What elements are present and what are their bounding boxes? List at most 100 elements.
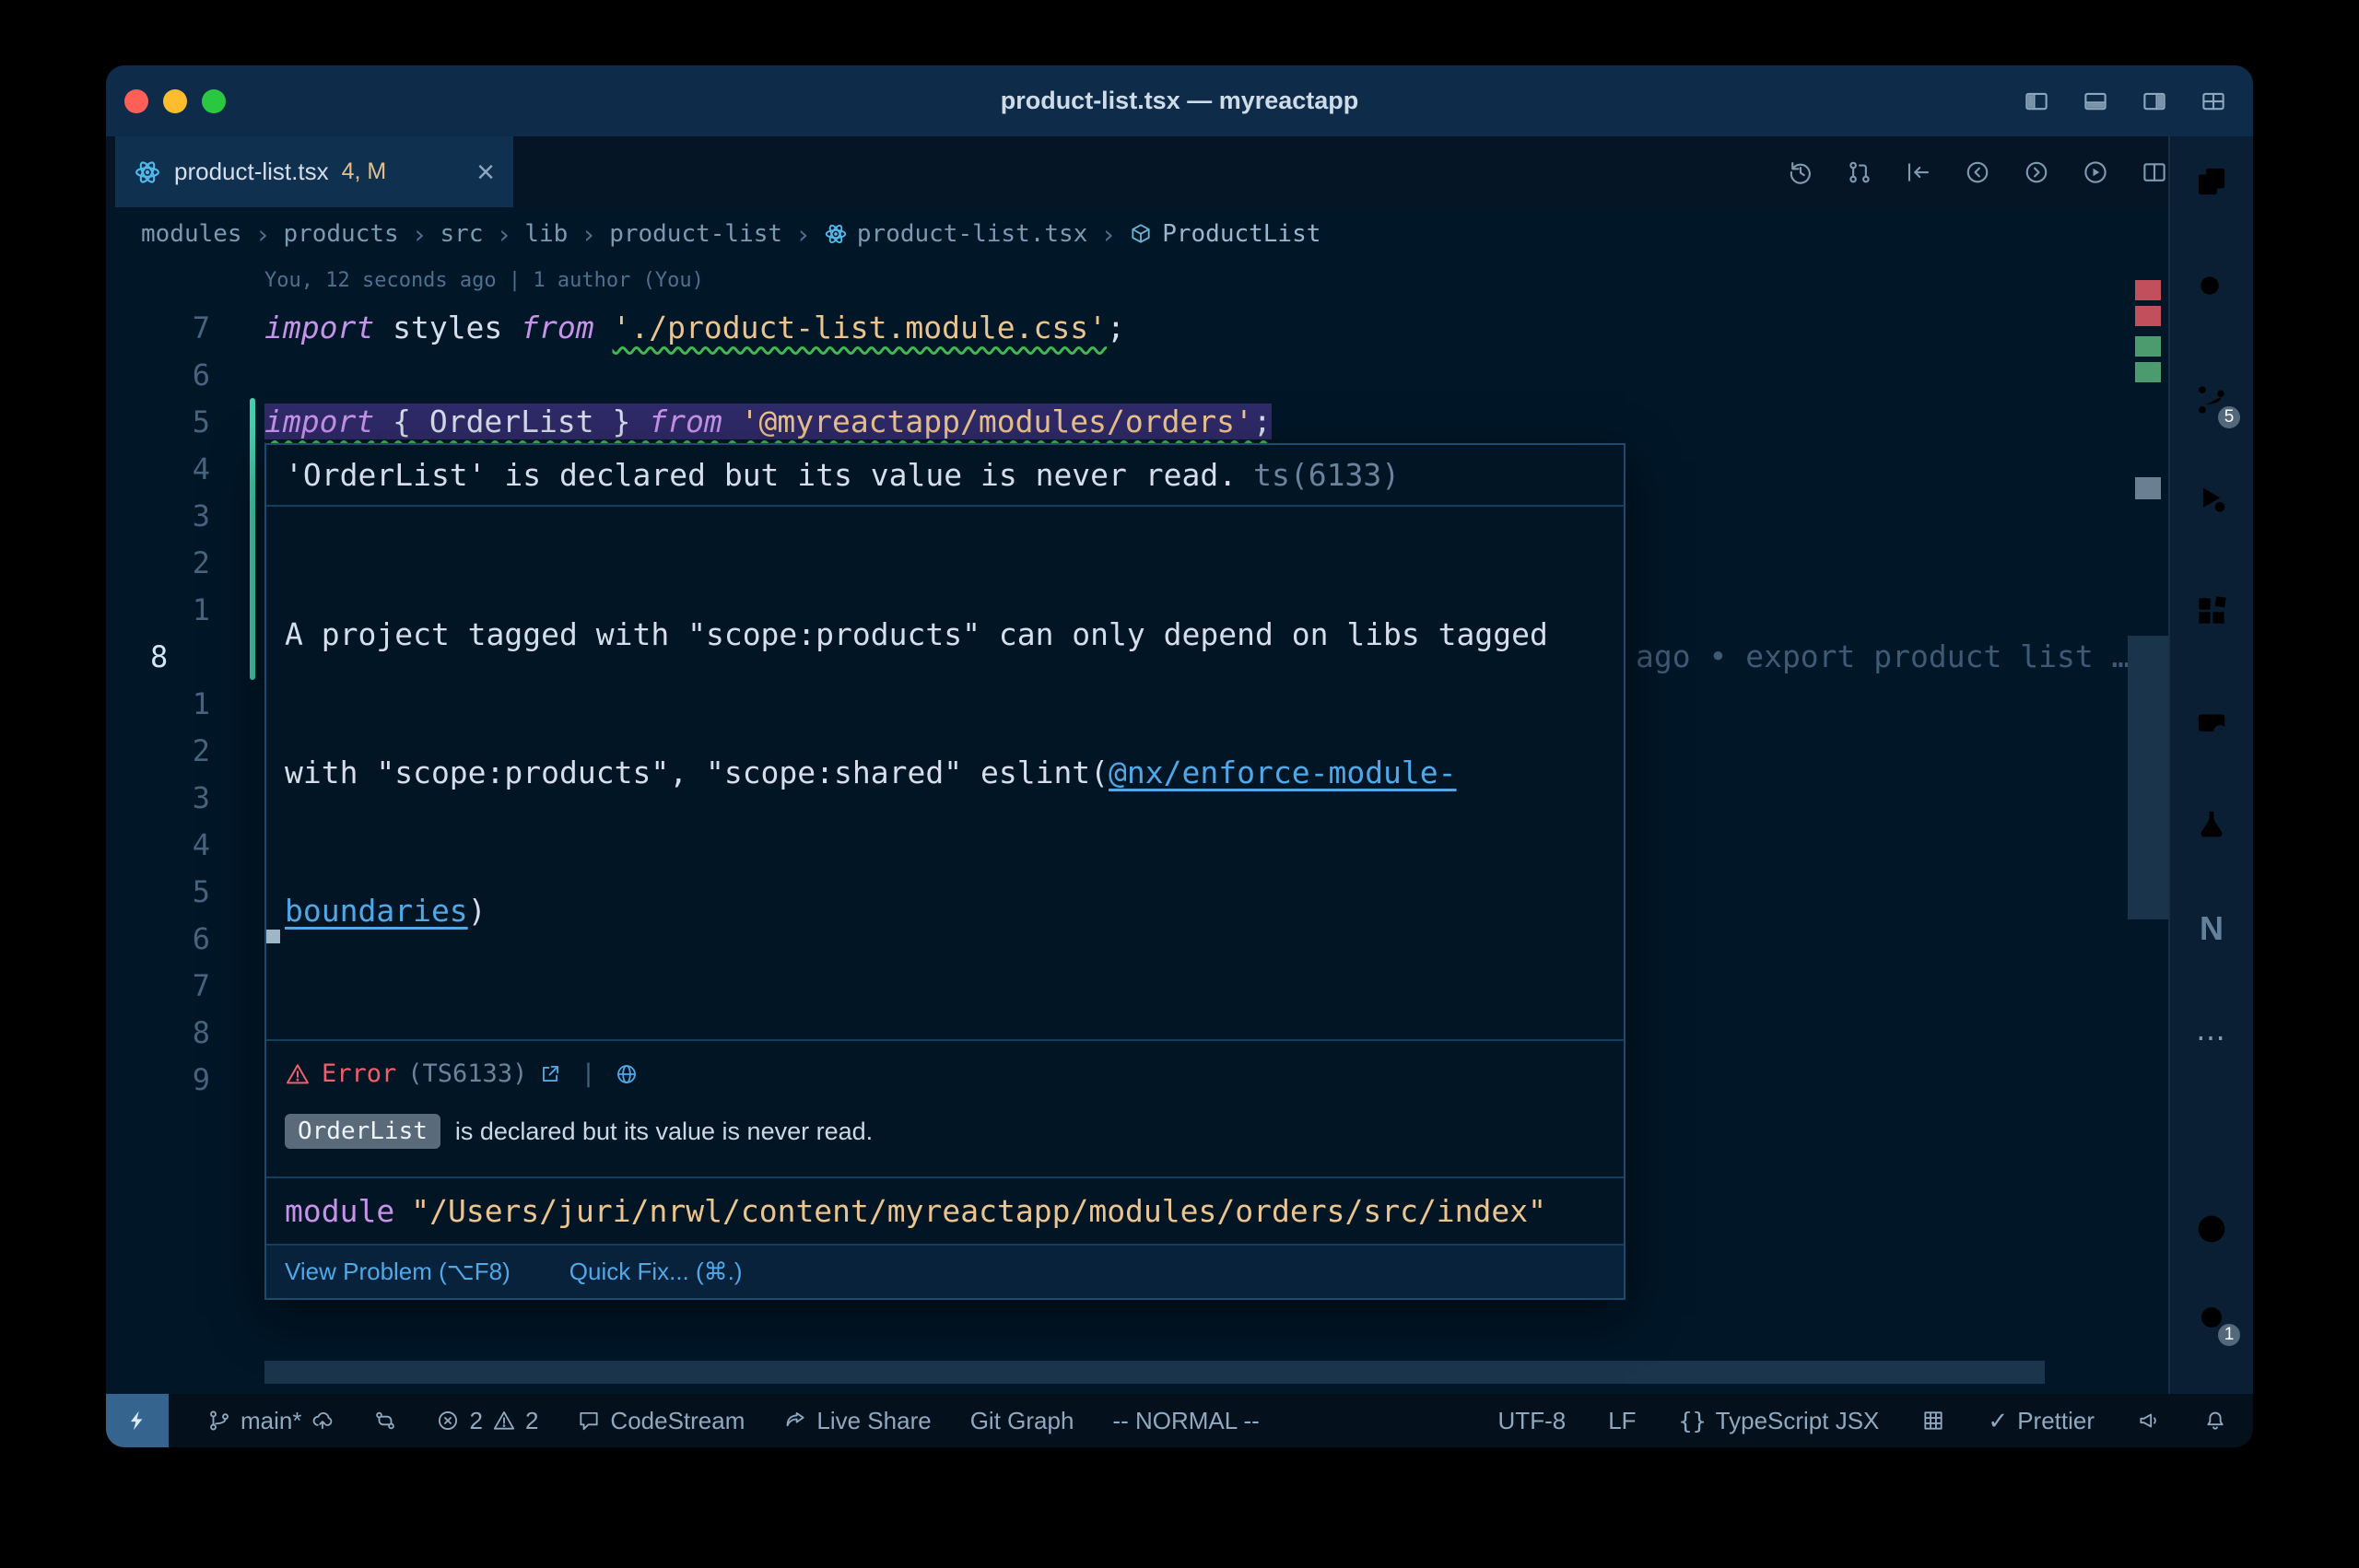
codestream-status[interactable]: CodeStream [577,1407,745,1435]
horizontal-scrollbar[interactable] [264,1361,2045,1384]
line-number[interactable]: 3 [106,780,210,815]
timeline-history-icon[interactable] [1787,158,1814,186]
close-tab-icon[interactable]: × [476,157,495,188]
breadcrumb-products[interactable]: products [283,220,398,248]
code-line-blank[interactable]: 6 [106,351,2168,398]
external-link-icon[interactable] [538,1062,562,1086]
encoding-status[interactable]: UTF-8 [1498,1407,1567,1435]
eslint-rule-link[interactable]: @nx/enforce-module- [1109,755,1457,790]
split-editor-icon[interactable] [2141,158,2168,186]
testing-beaker-icon[interactable] [2186,799,2237,850]
line-number[interactable]: 1 [106,592,210,627]
zoom-window-button[interactable] [202,89,226,113]
line-number[interactable]: 6 [106,921,210,956]
run-debug-icon[interactable] [2186,474,2237,525]
line-number[interactable]: 5 [106,404,210,439]
grid-status[interactable] [1921,1409,1945,1433]
toggle-secondary-sidebar-icon[interactable] [2141,88,2168,115]
remote-indicator[interactable] [106,1394,169,1447]
notifications-status[interactable] [2203,1409,2227,1433]
line-number[interactable]: 2 [106,545,210,580]
eslint-rule-link[interactable]: boundaries [285,893,468,929]
eol-status[interactable]: LF [1608,1407,1636,1435]
breadcrumb-modules[interactable]: modules [141,220,242,248]
line-number[interactable]: 3 [106,498,210,533]
editor[interactable]: You, 12 seconds ago | 1 author (You) 7 i… [106,261,2168,1394]
overview-ruler [2128,261,2168,1394]
extensions-icon[interactable] [2186,585,2237,637]
explorer-icon[interactable] [2186,156,2237,207]
error-count: 2 [469,1407,482,1435]
gitlens-compare-status[interactable] [373,1409,397,1433]
blame-header[interactable]: You, 12 seconds ago | 1 author (You) [264,269,704,292]
line-number[interactable]: 7 [106,310,210,345]
current-line-number[interactable]: 8 [106,639,210,674]
branch-status[interactable]: main* [207,1407,334,1435]
live-share-status[interactable]: Live Share [783,1407,931,1435]
source-control-icon[interactable]: 5 [2186,374,2237,426]
check-icon: ✓ [1988,1407,2008,1435]
code-text: import { OrderList } from '@myreactapp/m… [264,404,1272,439]
breadcrumb-file[interactable]: product-list.tsx [824,220,1087,248]
branch-name: main* [241,1407,301,1435]
toggle-panel-icon[interactable] [2082,88,2109,115]
code-line-import-styles[interactable]: 7 import styles from './product-list.mod… [106,304,2168,351]
cloud-upload-icon [311,1409,334,1433]
nx-console-icon[interactable]: N [2186,903,2237,954]
feedback-status[interactable] [2137,1409,2161,1433]
pull-request-icon[interactable] [1846,158,1873,186]
account-icon[interactable] [2186,1203,2237,1255]
chevron-right-icon: › [412,219,428,250]
symbol-cube-icon [1129,222,1153,246]
problems-status[interactable]: 2 2 [436,1407,538,1435]
toggle-sidebar-icon[interactable] [2023,88,2050,115]
search-icon[interactable] [2186,262,2237,313]
eol-label: LF [1608,1407,1636,1435]
settings-gear-icon[interactable]: 1 [2186,1292,2237,1343]
breadcrumb-symbol[interactable]: ProductList [1129,220,1320,248]
customize-layout-icon[interactable] [2200,88,2227,115]
previous-change-icon[interactable] [1964,158,1991,186]
vim-mode-status[interactable]: -- NORMAL -- [1112,1407,1259,1435]
code-line-import-orders[interactable]: 5 import { OrderList } from '@myreactapp… [106,398,2168,445]
vertical-scrollbar-thumb[interactable] [2128,636,2168,919]
remote-explorer-icon[interactable] [2186,700,2237,752]
line-number[interactable]: 9 [106,1062,210,1097]
ruler-info-mark [2135,477,2161,499]
error-label: Error [322,1059,396,1088]
run-file-icon[interactable] [2082,158,2109,186]
line-number[interactable]: 4 [106,451,210,486]
git-graph-status[interactable]: Git Graph [970,1407,1074,1435]
line-number[interactable]: 2 [106,733,210,768]
breadcrumb-src[interactable]: src [440,220,484,248]
tab-product-list[interactable]: product-list.tsx 4, M × [115,136,513,207]
open-changes-icon[interactable] [1905,158,1932,186]
breadcrumb-lib[interactable]: lib [524,220,568,248]
quick-fix-action[interactable]: Quick Fix... (⌘.) [569,1258,743,1286]
prettier-status[interactable]: ✓ Prettier [1988,1407,2095,1435]
globe-icon[interactable] [615,1062,639,1086]
git-compare-icon [373,1409,397,1433]
codelens-blame-row[interactable]: You, 12 seconds ago | 1 author (You) [106,261,2168,304]
line-number[interactable]: 1 [106,686,210,721]
eslint-message-line2: with "scope:products", "scope:shared" es… [285,750,1605,796]
line-number[interactable]: 8 [106,1015,210,1050]
language-mode-status[interactable]: {} TypeScript JSX [1679,1407,1880,1435]
nx-letter: N [2200,909,2224,948]
view-problem-action[interactable]: View Problem (⌥F8) [285,1258,511,1286]
minimize-window-button[interactable] [163,89,187,113]
next-change-icon[interactable] [2023,158,2050,186]
line-number[interactable]: 5 [106,874,210,909]
string-literal: './product-list.module.css' [613,310,1107,345]
more-views-icon[interactable]: ⋯ [2186,1012,2237,1063]
close-window-button[interactable] [124,89,148,113]
keyword-from: from [649,404,722,439]
popup-resize-handle[interactable] [266,930,280,943]
line-number[interactable]: 4 [106,827,210,862]
chevron-right-icon: › [1100,219,1116,250]
line-number[interactable]: 6 [106,357,210,392]
ellipsis: ⋯ [2196,1020,2227,1055]
live-share-label: Live Share [816,1407,931,1435]
breadcrumb-product-list[interactable]: product-list [609,220,782,248]
line-number[interactable]: 7 [106,968,210,1003]
